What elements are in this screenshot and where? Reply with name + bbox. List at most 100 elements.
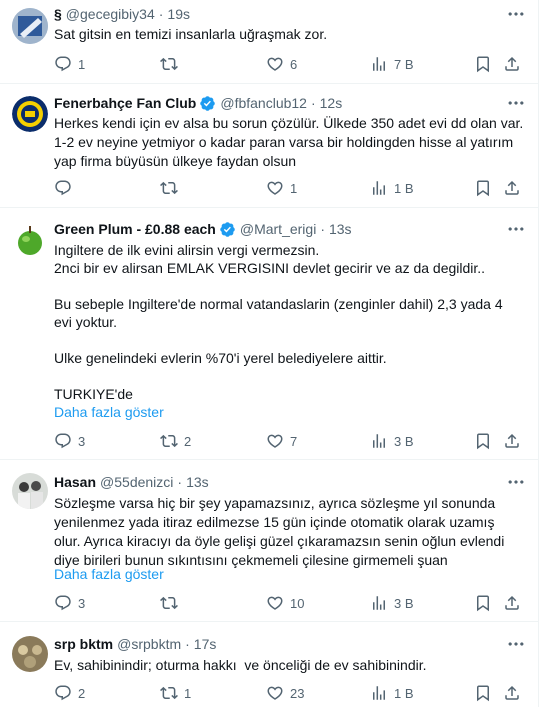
bookmark-button[interactable] [474,178,492,198]
like-button[interactable]: 6 [266,54,297,74]
views-button[interactable]: 3 B [370,431,414,451]
like-button[interactable]: 1 [266,178,297,198]
timestamp[interactable]: 13s [186,473,209,491]
views-count: 3 B [394,433,414,449]
share-button[interactable] [503,54,521,74]
retweet-button[interactable] [160,178,184,198]
user-handle[interactable]: @srpbktm [117,635,181,653]
views-button[interactable]: 3 B [370,593,414,613]
like-count: 7 [290,433,298,449]
bookmark-button[interactable] [474,593,492,613]
retweet-button[interactable]: 2 [160,431,191,451]
bookmark-button[interactable] [474,54,492,74]
reply-button[interactable] [54,178,78,198]
reply-icon [54,179,72,197]
user-handle[interactable]: @fbfanclub12 [220,94,307,112]
separator-dot: · [310,95,316,111]
share-button[interactable] [503,593,521,613]
reply-count: 1 [78,56,86,72]
timestamp[interactable]: 17s [194,635,217,653]
retweet-icon [160,179,178,197]
more-icon[interactable] [506,93,526,113]
tweet-header: Green Plum - £0.88 each @Mart_erigi · 13… [54,220,526,238]
timestamp[interactable]: 19s [167,5,190,23]
tweet[interactable]: § @gecegibiy34 · 19s Sat gitsin en temiz… [0,0,538,84]
views-count: 3 B [394,595,414,611]
share-button[interactable] [503,683,521,703]
share-icon [503,179,521,197]
tweet-actions: 2 1 23 1 B [54,683,524,703]
bookmark-button[interactable] [474,683,492,703]
reply-button[interactable]: 2 [54,683,85,703]
tweet-header: § @gecegibiy34 · 19s [54,5,526,23]
views-button[interactable]: 1 B [370,683,414,703]
share-button[interactable] [503,431,521,451]
avatar[interactable] [12,473,48,509]
retweet-button[interactable] [160,54,184,74]
user-handle[interactable]: @gecegibiy34 [66,5,155,23]
reply-icon [54,594,72,612]
tweet-text: Ev, sahibinindir; oturma hakkı ve önceli… [54,657,427,673]
show-more-link[interactable]: Daha fazla göster [54,403,164,422]
views-button[interactable]: 7 B [370,54,414,74]
display-name[interactable]: Fenerbahçe Fan Club [54,94,196,112]
tweet-header: Fenerbahçe Fan Club @fbfanclub12 · 12s [54,94,526,112]
tweet-actions: 1 6 7 B [54,54,524,74]
views-button[interactable]: 1 B [370,178,414,198]
avatar[interactable] [12,636,48,672]
like-count: 10 [290,595,305,611]
like-button[interactable]: 10 [266,593,304,613]
like-count: 1 [290,180,298,196]
like-button[interactable]: 7 [266,431,297,451]
display-name[interactable]: § [54,5,62,23]
retweet-count: 2 [184,433,192,449]
reply-button[interactable]: 3 [54,431,85,451]
more-icon[interactable] [506,4,526,24]
verified-badge-icon [199,95,216,112]
more-icon[interactable] [506,634,526,654]
display-name[interactable]: Green Plum - £0.88 each [54,220,216,238]
more-icon[interactable] [506,472,526,492]
heart-icon [266,179,284,197]
tweet-header: Hasan @55denizci · 13s [54,473,526,491]
user-handle[interactable]: @Mart_erigi [240,220,316,238]
bookmark-button[interactable] [474,431,492,451]
show-more-link[interactable]: Daha fazla göster [54,565,164,584]
tweet[interactable]: srp bktm @srpbktm · 17s Ev, sahibinindir… [0,622,538,707]
reply-icon [54,55,72,73]
tweet-text: Sat gitsin en temizi insanlarla uğraşmak… [54,26,328,42]
views-icon [370,594,388,612]
reply-button[interactable]: 1 [54,54,85,74]
tweet[interactable]: Green Plum - £0.88 each @Mart_erigi · 13… [0,208,538,460]
avatar[interactable] [12,96,48,132]
bookmark-icon [474,684,492,702]
timestamp[interactable]: 12s [320,94,343,112]
views-icon [370,179,388,197]
more-icon[interactable] [506,219,526,239]
tweet[interactable]: Hasan @55denizci · 13s Sözleşme varsa hi… [0,460,538,622]
views-icon [370,55,388,73]
retweet-button[interactable] [160,593,184,613]
heart-icon [266,55,284,73]
display-name[interactable]: srp bktm [54,635,113,653]
avatar[interactable] [12,222,48,258]
tweet[interactable]: Fenerbahçe Fan Club @fbfanclub12 · 12s H… [0,84,538,208]
bookmark-icon [474,432,492,450]
heart-icon [266,684,284,702]
user-handle[interactable]: @55denizci [100,473,173,491]
avatar[interactable] [12,8,48,44]
display-name[interactable]: Hasan [54,473,96,491]
avatar-image [12,473,48,509]
reply-icon [54,684,72,702]
retweet-button[interactable]: 1 [160,683,191,703]
reply-button[interactable]: 3 [54,593,85,613]
separator-dot: · [177,474,183,490]
retweet-icon [160,684,178,702]
avatar-image [12,222,48,258]
like-button[interactable]: 23 [266,683,304,703]
views-count: 1 B [394,685,414,701]
retweet-icon [160,594,178,612]
tweet-actions: 3 2 7 3 B [54,431,524,451]
share-button[interactable] [503,178,521,198]
timestamp[interactable]: 13s [329,220,352,238]
